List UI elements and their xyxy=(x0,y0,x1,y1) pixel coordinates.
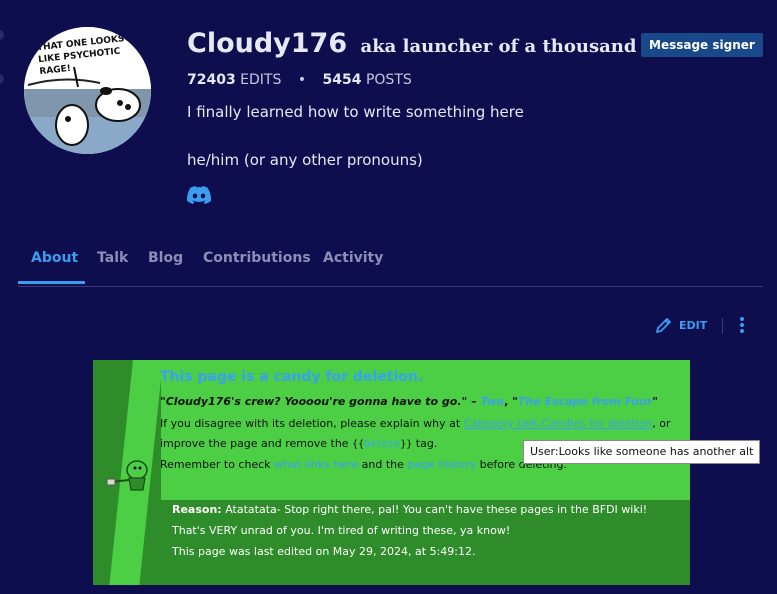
stats-separator: • xyxy=(297,72,307,88)
toolbar-divider xyxy=(722,318,723,334)
edit-label: EDIT xyxy=(679,318,708,332)
quote-separator: , " xyxy=(504,395,518,408)
line1-prefix: If you disagree with its deletion, pleas… xyxy=(160,417,464,430)
tab-talk[interactable]: Talk xyxy=(97,250,128,266)
line1-suffix: , or xyxy=(652,417,671,430)
what-links-here-link[interactable]: what links here xyxy=(274,458,358,471)
notice-line-1: If you disagree with its deletion, pleas… xyxy=(160,417,671,430)
profile-stats: 72403 EDITS • 5454 POSTS xyxy=(187,72,412,88)
pencil-icon xyxy=(656,318,671,333)
avatar[interactable]: THAT ONE LOOKS LIKE PSYCHOTIC RAGE! xyxy=(24,27,151,154)
tab-contributions[interactable]: Contributions xyxy=(203,250,311,266)
reason-label: Reason: xyxy=(172,503,222,516)
quote-dash: – xyxy=(467,395,481,408)
quote-text: "Cloudy176's crew? Yoooou're gonna have … xyxy=(160,395,468,408)
notice-title: This page is a candy for deletion. xyxy=(160,369,424,385)
more-vertical-icon[interactable] xyxy=(736,316,748,334)
delete-template-link[interactable]: Delete xyxy=(364,439,400,450)
posts-label[interactable]: POSTS xyxy=(366,72,412,88)
posts-count[interactable]: 5454 xyxy=(323,72,362,88)
line2-prefix: improve the page and remove the xyxy=(160,437,353,450)
category-talk-link[interactable]: Category talk:Candies for deletion xyxy=(464,417,653,430)
tab-about[interactable]: About xyxy=(31,250,78,266)
reason-box: Reason: Atatatata- Stop right there, pal… xyxy=(160,500,690,585)
user-bio: I finally learned how to write something… xyxy=(187,103,524,121)
template-close: }} xyxy=(400,439,413,450)
quote-author-link[interactable]: Two xyxy=(480,395,504,408)
candy-mascot-icon xyxy=(106,460,148,491)
last-edited-text: This page was last edited on May 29, 202… xyxy=(172,545,476,558)
active-tab-indicator xyxy=(18,281,85,284)
username: Cloudy176 xyxy=(187,28,348,59)
profile-tabs: About Talk Blog Contributions Activity xyxy=(18,244,763,287)
edge-decoration xyxy=(0,30,4,40)
tab-blog[interactable]: Blog xyxy=(148,250,183,266)
edit-button[interactable]: EDIT xyxy=(655,316,707,334)
quote-source-link[interactable]: The Escape from Four xyxy=(518,395,652,408)
reason-line-1: Reason: Atatatata- Stop right there, pal… xyxy=(172,503,647,516)
line3-mid: and the xyxy=(358,458,408,471)
profile-title: Cloudy176 aka launcher of a thousand edi… xyxy=(187,28,692,59)
link-tooltip: User:Looks like someone has another alt xyxy=(523,440,761,464)
user-group-badge[interactable]: Message signer xyxy=(641,33,763,57)
edits-label: EDITS xyxy=(240,72,282,88)
reason-line-2: That's VERY unrad of you. I'm tired of w… xyxy=(172,524,511,537)
deletion-notice: This page is a candy for deletion. "Clou… xyxy=(93,360,690,585)
edge-decoration xyxy=(0,74,4,84)
notice-line-3: Remember to check what links here and th… xyxy=(160,458,567,471)
line2-suffix: tag. xyxy=(412,437,438,450)
user-pronouns: he/him (or any other pronouns) xyxy=(187,151,423,169)
notice-quote: "Cloudy176's crew? Yoooou're gonna have … xyxy=(160,395,658,408)
edits-count: 72403 xyxy=(187,72,236,88)
line3-prefix: Remember to check xyxy=(160,458,275,471)
quote-end: " xyxy=(652,395,658,408)
reason-text: Atatatata- Stop right there, pal! You ca… xyxy=(221,503,648,516)
page-history-link[interactable]: page history xyxy=(407,458,476,471)
notice-line-2: improve the page and remove the {{Delete… xyxy=(160,437,437,450)
tab-activity[interactable]: Activity xyxy=(323,250,383,266)
discord-icon[interactable] xyxy=(187,186,211,204)
template-open: {{ xyxy=(352,439,365,450)
